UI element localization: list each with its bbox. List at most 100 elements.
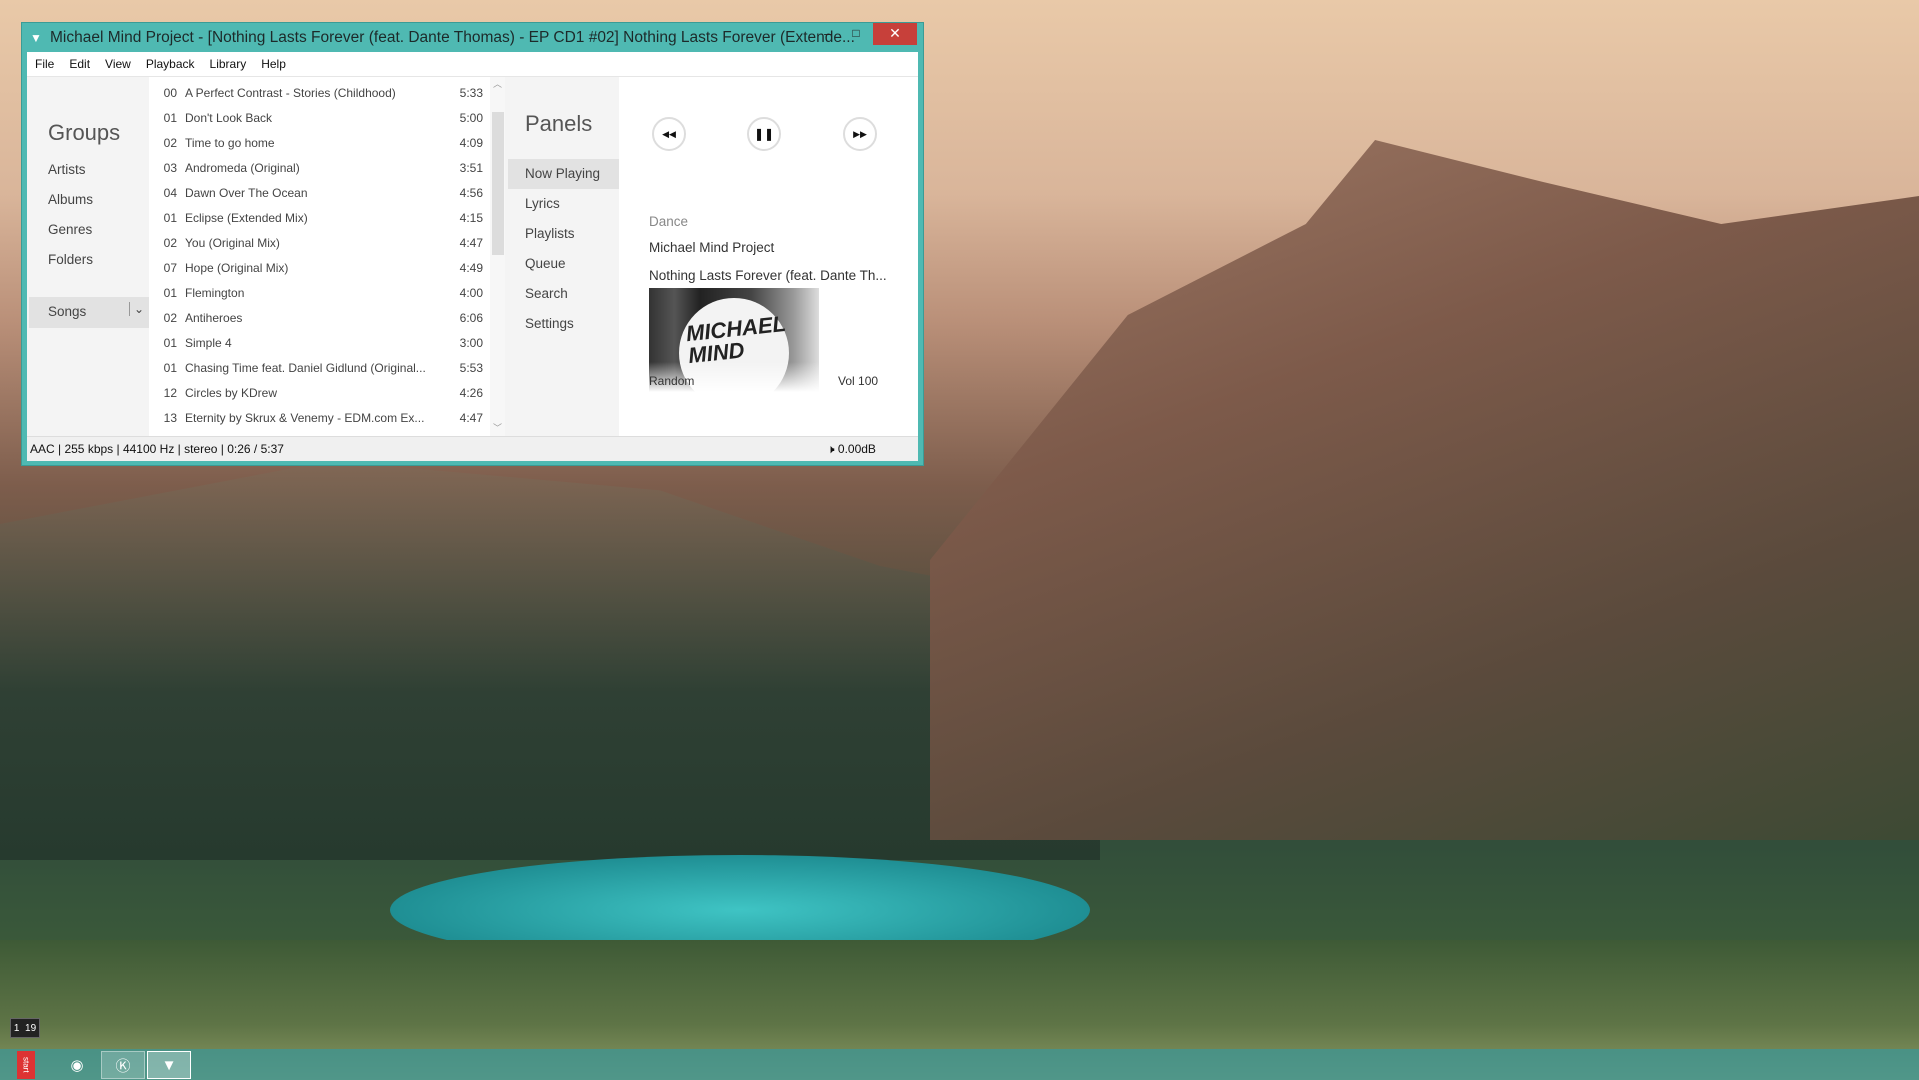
song-duration: 5:53 xyxy=(459,360,483,375)
song-row[interactable]: 01 Flemington 4:00 xyxy=(149,280,489,305)
song-title: Don't Look Back xyxy=(185,110,273,125)
browser-taskbar-icon[interactable]: ◉ xyxy=(55,1051,99,1079)
panel-now-playing[interactable]: Now Playing xyxy=(525,166,600,181)
song-duration: 4:56 xyxy=(459,185,483,200)
track-number: 01 xyxy=(163,210,177,225)
song-duration: 4:26 xyxy=(459,385,483,400)
song-row[interactable]: 02 Antiheroes 6:06 xyxy=(149,305,489,330)
track-artist: Michael Mind Project xyxy=(649,240,775,255)
now-playing-panel: ◀◀ ❚❚ ▶▶ Dance Michael Mind Project Noth… xyxy=(619,77,918,436)
song-title: Antiheroes xyxy=(185,310,243,325)
song-row[interactable]: 02 You (Original Mix) 4:47 xyxy=(149,230,489,255)
menu-file[interactable]: File xyxy=(35,57,54,71)
song-title: Andromeda (Original) xyxy=(185,160,300,175)
song-title: Dawn Over The Ocean xyxy=(185,185,308,200)
start-button[interactable]: start xyxy=(17,1051,35,1079)
status-bar: AAC | 255 kbps | 44100 Hz | stereo | 0:2… xyxy=(27,436,918,461)
next-button[interactable]: ▶▶ xyxy=(843,117,877,151)
group-songs[interactable]: Songs xyxy=(48,304,86,319)
track-number: 02 xyxy=(163,235,177,250)
song-row[interactable]: 01 Don't Look Back 5:00 xyxy=(149,105,489,130)
song-row[interactable]: 00 A Perfect Contrast - Stories (Childhoo… xyxy=(149,80,489,105)
track-number: 01 xyxy=(163,335,177,350)
track-number: 13 xyxy=(163,410,177,425)
wallpaper-mountain xyxy=(930,140,1919,840)
track-number: 00 xyxy=(163,85,177,100)
song-duration: 4:00 xyxy=(459,285,483,300)
maximize-button[interactable]: □ xyxy=(841,23,871,45)
window-title: Michael Mind Project - [Nothing Lasts Fo… xyxy=(50,28,855,46)
song-duration: 4:09 xyxy=(459,135,483,150)
pause-button[interactable]: ❚❚ xyxy=(747,117,781,151)
group-albums[interactable]: Albums xyxy=(48,192,93,207)
scrollbar-thumb[interactable] xyxy=(492,112,504,255)
menu-playback[interactable]: Playback xyxy=(146,57,195,71)
track-number: 12 xyxy=(163,385,177,400)
song-title: Flemington xyxy=(185,285,245,300)
menu-edit[interactable]: Edit xyxy=(69,57,90,71)
track-number: 04 xyxy=(163,185,177,200)
gain-value: 0.00dB xyxy=(837,442,876,456)
panels-sidebar: Panels Now Playing Lyrics Playlists Queu… xyxy=(505,77,619,436)
song-title: Eternity by Skrux & Venemy - EDM.com Ex.… xyxy=(185,410,425,425)
random-toggle[interactable]: Random xyxy=(649,374,694,388)
panel-queue[interactable]: Queue xyxy=(525,256,566,271)
menu-library[interactable]: Library xyxy=(210,57,247,71)
chevron-down-icon[interactable]: ⌄ xyxy=(129,302,144,316)
panels-heading: Panels xyxy=(525,111,593,136)
track-title: Nothing Lasts Forever (feat. Dante Th... xyxy=(649,268,887,283)
group-folders[interactable]: Folders xyxy=(48,252,93,267)
song-row[interactable]: 01 Eclipse (Extended Mix) 4:15 xyxy=(149,205,489,230)
song-duration: 4:49 xyxy=(459,260,483,275)
song-row[interactable]: 12 Circles by KDrew 4:26 xyxy=(149,380,489,405)
group-artists[interactable]: Artists xyxy=(48,162,86,177)
song-duration: 4:15 xyxy=(459,210,483,225)
group-genres[interactable]: Genres xyxy=(48,222,92,237)
song-row[interactable]: 03 Andromeda (Original) 3:51 xyxy=(149,155,489,180)
stream-info: AAC | 255 kbps | 44100 Hz | stereo | 0:2… xyxy=(30,442,284,456)
taskbar: start ◉ Ⓚ ▼ xyxy=(0,1049,1919,1080)
close-button[interactable]: ✕ xyxy=(873,23,917,45)
song-title: Simple 4 xyxy=(185,335,232,350)
track-number: 03 xyxy=(163,160,177,175)
song-row[interactable]: 04 Dawn Over The Ocean 4:56 xyxy=(149,180,489,205)
track-number: 01 xyxy=(163,285,177,300)
song-list-scrollbar[interactable]: ︿ ﹀ xyxy=(490,77,505,436)
clock-minute: 19 xyxy=(25,1022,37,1034)
clock-hour: 1 xyxy=(13,1022,20,1034)
volume-label[interactable]: Vol 100 xyxy=(838,374,878,388)
groups-heading: Groups xyxy=(48,120,121,145)
scroll-up-icon[interactable]: ︿ xyxy=(490,77,505,90)
music-player-window: ▼ Michael Mind Project - [Nothing Lasts … xyxy=(21,22,924,466)
music-player-taskbar-icon[interactable]: ▼ xyxy=(147,1051,191,1079)
app-logo-icon: ▼ xyxy=(30,30,42,45)
track-number: 02 xyxy=(163,135,177,150)
song-duration: 4:47 xyxy=(459,235,483,250)
panel-search[interactable]: Search xyxy=(525,286,568,301)
song-duration: 3:51 xyxy=(459,160,483,175)
song-title: Hope (Original Mix) xyxy=(185,260,289,275)
replaygain-indicator[interactable]: 🕨 0.00dB xyxy=(827,442,876,457)
panel-playlists[interactable]: Playlists xyxy=(525,226,575,241)
song-title: Chasing Time feat. Daniel Gidlund (Origi… xyxy=(185,360,426,375)
song-duration: 6:06 xyxy=(459,310,483,325)
track-number: 02 xyxy=(163,310,177,325)
song-title: Circles by KDrew xyxy=(185,385,278,400)
song-row[interactable]: 13 Eternity by Skrux & Venemy - EDM.com E… xyxy=(149,405,489,430)
menu-help[interactable]: Help xyxy=(261,57,286,71)
k-app-taskbar-icon[interactable]: Ⓚ xyxy=(101,1051,145,1079)
panel-settings[interactable]: Settings xyxy=(525,316,574,331)
menu-view[interactable]: View xyxy=(105,57,131,71)
scroll-down-icon[interactable]: ﹀ xyxy=(490,421,505,434)
track-number: 01 xyxy=(163,360,177,375)
song-title: You (Original Mix) xyxy=(185,235,280,250)
song-row[interactable]: 02 Time to go home 4:09 xyxy=(149,130,489,155)
menu-bar: File Edit View Playback Library Help xyxy=(27,52,918,77)
previous-button[interactable]: ◀◀ xyxy=(652,117,686,151)
title-bar[interactable]: ▼ Michael Mind Project - [Nothing Lasts … xyxy=(22,23,923,52)
song-row[interactable]: 01 Simple 4 3:00 xyxy=(149,330,489,355)
song-row[interactable]: 01 Chasing Time feat. Daniel Gidlund (Ori… xyxy=(149,355,489,380)
song-row[interactable]: 07 Hope (Original Mix) 4:49 xyxy=(149,255,489,280)
minimize-button[interactable]: – xyxy=(813,23,843,45)
panel-lyrics[interactable]: Lyrics xyxy=(525,196,560,211)
